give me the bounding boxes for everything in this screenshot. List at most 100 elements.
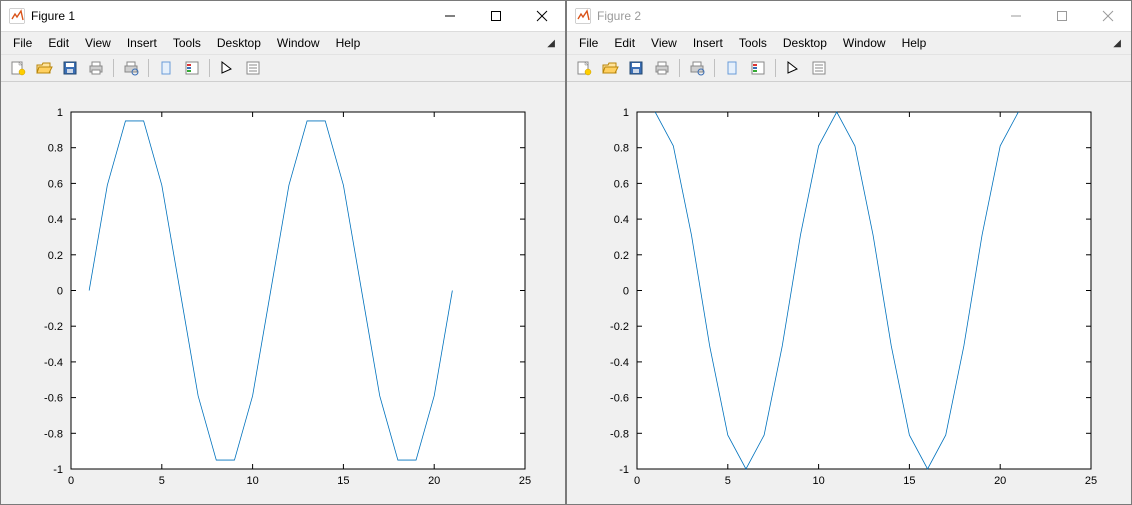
svg-text:0.6: 0.6 [614, 178, 629, 190]
svg-text:0.4: 0.4 [614, 214, 629, 226]
new-figure-button[interactable] [572, 56, 596, 80]
maximize-button[interactable] [473, 1, 519, 31]
menu-tools[interactable]: Tools [165, 34, 209, 52]
minimize-button[interactable] [993, 1, 1039, 31]
toolbar-separator [113, 59, 114, 77]
menu-view[interactable]: View [77, 34, 119, 52]
plot-area[interactable]: 0 5 10 15 20 25 -1 -0.8 -0.6 -0.4 -0.2 0 0.2 0.4 0.6 0.… [1, 82, 565, 504]
close-button[interactable] [1085, 1, 1131, 31]
svg-text:0.2: 0.2 [614, 250, 629, 262]
svg-text:0.8: 0.8 [48, 143, 63, 155]
menu-edit[interactable]: Edit [606, 34, 643, 52]
svg-text:1: 1 [623, 107, 629, 119]
svg-text:-0.4: -0.4 [610, 357, 629, 369]
toolbar [567, 54, 1131, 82]
svg-text:0.8: 0.8 [614, 143, 629, 155]
svg-text:-0.8: -0.8 [610, 428, 629, 440]
svg-text:-1: -1 [619, 464, 629, 476]
svg-text:-0.2: -0.2 [44, 321, 63, 333]
window-controls [427, 1, 565, 31]
toolbar-separator [148, 59, 149, 77]
colorbar-button[interactable] [180, 56, 204, 80]
save-button[interactable] [58, 56, 82, 80]
menu-tools[interactable]: Tools [731, 34, 775, 52]
matlab-icon [575, 8, 591, 24]
menu-help[interactable]: Help [894, 34, 935, 52]
svg-text:-0.4: -0.4 [44, 357, 63, 369]
colorbar-button[interactable] [746, 56, 770, 80]
menubar: File Edit View Insert Tools Desktop Wind… [1, 32, 565, 54]
menu-edit[interactable]: Edit [40, 34, 77, 52]
svg-text:-0.8: -0.8 [44, 428, 63, 440]
save-button[interactable] [624, 56, 648, 80]
svg-text:0: 0 [623, 286, 629, 298]
svg-text:20: 20 [994, 475, 1006, 487]
print-button[interactable] [84, 56, 108, 80]
svg-text:0: 0 [68, 475, 74, 487]
svg-text:5: 5 [159, 475, 165, 487]
plot-area[interactable]: 0 5 10 15 20 25 -1 -0.8 -0.6 -0.4 -0.2 0 0.2 0.4 0.6 0.… [567, 82, 1131, 504]
window-title: Figure 2 [597, 9, 993, 23]
matlab-icon [9, 8, 25, 24]
link-axes-button[interactable] [154, 56, 178, 80]
titlebar[interactable]: Figure 1 [1, 1, 565, 32]
window-title: Figure 1 [31, 9, 427, 23]
toolbar-separator [714, 59, 715, 77]
svg-text:0: 0 [57, 286, 63, 298]
print-button[interactable] [650, 56, 674, 80]
data-cursor-button[interactable] [807, 56, 831, 80]
svg-text:1: 1 [57, 107, 63, 119]
print-preview-button[interactable] [119, 56, 143, 80]
menu-insert[interactable]: Insert [119, 34, 165, 52]
svg-text:15: 15 [337, 475, 349, 487]
menu-file[interactable]: File [571, 34, 606, 52]
menu-desktop[interactable]: Desktop [775, 34, 835, 52]
svg-text:-1: -1 [53, 464, 63, 476]
toolbar [1, 54, 565, 82]
menu-help[interactable]: Help [328, 34, 369, 52]
axes[interactable]: 0 5 10 15 20 25 -1 -0.8 -0.6 -0.4 -0.2 0 0.2 0.4 0.6 0.… [567, 82, 1131, 504]
svg-text:-0.6: -0.6 [610, 393, 629, 405]
close-button[interactable] [519, 1, 565, 31]
svg-text:25: 25 [519, 475, 531, 487]
svg-text:0.6: 0.6 [48, 178, 63, 190]
svg-text:-0.6: -0.6 [44, 393, 63, 405]
print-preview-button[interactable] [685, 56, 709, 80]
toolbar-separator [775, 59, 776, 77]
toolbar-separator [209, 59, 210, 77]
figure-window-2: Figure 2 File Edit View Insert Tools Des… [566, 0, 1132, 505]
edit-plot-button[interactable] [215, 56, 239, 80]
window-controls [993, 1, 1131, 31]
svg-text:10: 10 [246, 475, 258, 487]
titlebar[interactable]: Figure 2 [567, 1, 1131, 32]
open-button[interactable] [32, 56, 56, 80]
menu-desktop[interactable]: Desktop [209, 34, 269, 52]
svg-text:10: 10 [812, 475, 824, 487]
svg-text:0.4: 0.4 [48, 214, 63, 226]
link-axes-button[interactable] [720, 56, 744, 80]
menubar: File Edit View Insert Tools Desktop Wind… [567, 32, 1131, 54]
menu-insert[interactable]: Insert [685, 34, 731, 52]
svg-text:15: 15 [903, 475, 915, 487]
svg-text:25: 25 [1085, 475, 1097, 487]
axes[interactable]: 0 5 10 15 20 25 -1 -0.8 -0.6 -0.4 -0.2 0 0.2 0.4 0.6 0.… [1, 82, 565, 504]
open-button[interactable] [598, 56, 622, 80]
toolbar-dropdown-icon[interactable]: ◢ [1107, 38, 1127, 49]
menu-window[interactable]: Window [835, 34, 894, 52]
svg-text:20: 20 [428, 475, 440, 487]
toolbar-dropdown-icon[interactable]: ◢ [541, 38, 561, 49]
menu-window[interactable]: Window [269, 34, 328, 52]
maximize-button[interactable] [1039, 1, 1085, 31]
svg-text:-0.2: -0.2 [610, 321, 629, 333]
figure-window-1: Figure 1 File Edit View Insert Tools Des… [0, 0, 566, 505]
svg-text:0: 0 [634, 475, 640, 487]
new-figure-button[interactable] [6, 56, 30, 80]
menu-file[interactable]: File [5, 34, 40, 52]
menu-view[interactable]: View [643, 34, 685, 52]
svg-text:5: 5 [725, 475, 731, 487]
data-cursor-button[interactable] [241, 56, 265, 80]
edit-plot-button[interactable] [781, 56, 805, 80]
minimize-button[interactable] [427, 1, 473, 31]
toolbar-separator [679, 59, 680, 77]
svg-text:0.2: 0.2 [48, 250, 63, 262]
